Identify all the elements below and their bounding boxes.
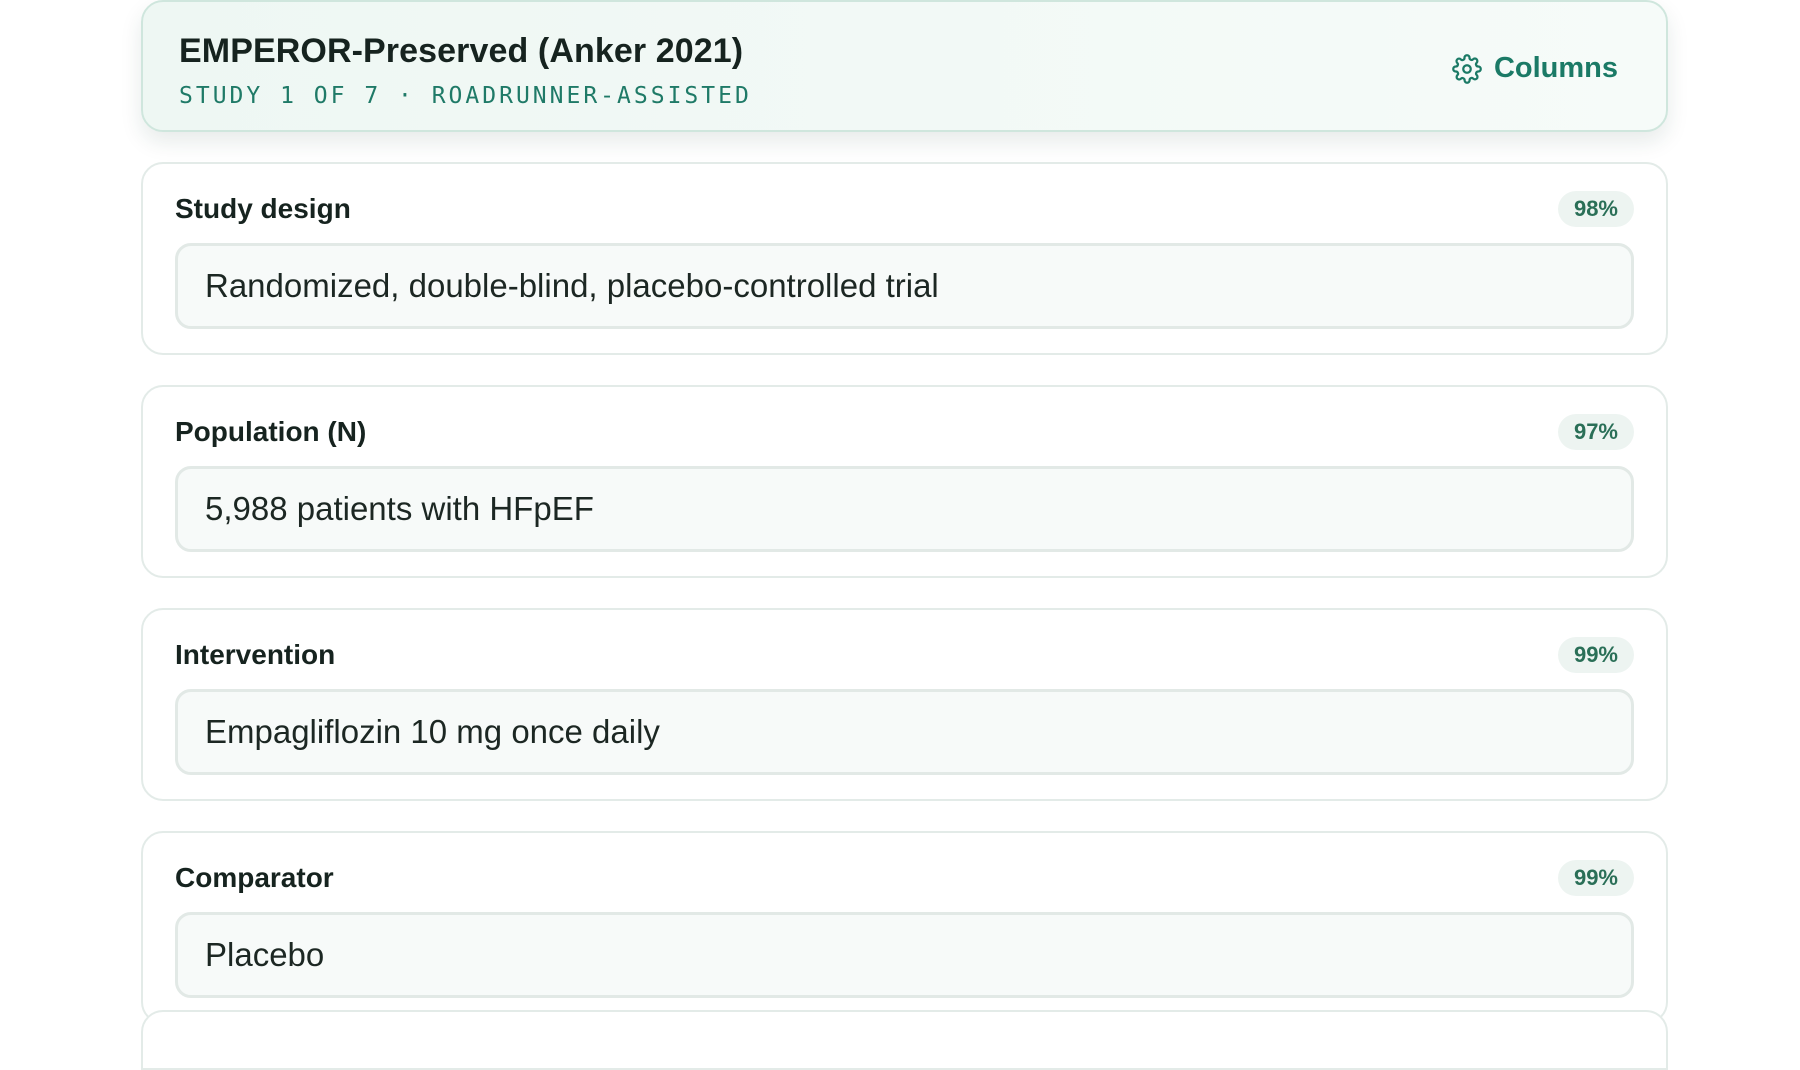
columns-button[interactable]: Columns [1452,52,1618,85]
population-field[interactable] [175,466,1634,552]
field-card-intervention: Intervention 99% [141,608,1668,801]
extraction-panel: EMPEROR-Preserved (Anker 2021) STUDY 1 O… [141,0,1668,1070]
field-label: Intervention [175,639,336,670]
gear-icon [1452,53,1482,84]
confidence-badge: 99% [1557,860,1634,896]
study-subtitle: STUDY 1 OF 7 · ROADRUNNER-ASSISTED [179,83,752,109]
study-header: EMPEROR-Preserved (Anker 2021) STUDY 1 O… [141,0,1668,132]
columns-button-label: Columns [1493,52,1618,84]
field-label: Comparator [175,862,334,893]
intervention-field[interactable] [175,689,1634,775]
confidence-badge: 98% [1557,191,1634,227]
field-label: Study design [175,193,351,224]
field-label: Population (N) [175,416,367,447]
field-card-population: Population (N) 97% [141,385,1668,578]
field-card-comparator: Comparator 99% [141,831,1668,1024]
comparator-field[interactable] [175,912,1634,998]
study-title: EMPEROR-Preserved (Anker 2021) [179,32,744,70]
confidence-badge: 99% [1557,637,1634,673]
field-card-study-design: Study design 98% [141,162,1668,355]
field-card-next [141,1010,1668,1070]
study-design-field[interactable] [175,243,1634,329]
confidence-badge: 97% [1557,414,1634,450]
